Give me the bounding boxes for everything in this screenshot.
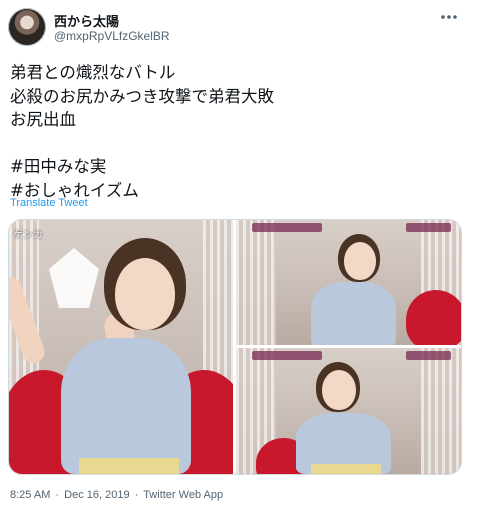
more-horizontal-icon — [441, 15, 457, 19]
tweet-line: お尻出血 — [10, 110, 76, 129]
photo-decor — [421, 348, 461, 474]
author-handle[interactable]: @mxpRpVLfzGkelBR — [54, 29, 170, 43]
tweet-body: 弟君との熾烈なバトル 必殺のお尻かみつき攻撃で弟君大敗 お尻出血 #田中みな実 … — [10, 61, 450, 202]
more-options-button[interactable] — [437, 8, 461, 26]
separator-dot: · — [134, 489, 139, 501]
avatar-frame — [8, 8, 46, 46]
photo-decor — [322, 370, 356, 410]
tweet-date[interactable]: Dec 16, 2019 — [64, 489, 129, 501]
tweet-time[interactable]: 8:25 AM — [10, 489, 50, 501]
tweet-line: 弟君との熾烈なバトル — [10, 63, 176, 82]
photo-decor — [406, 351, 451, 360]
photo-decor — [79, 458, 179, 474]
photo-decor — [344, 242, 376, 280]
photo-decor — [406, 290, 461, 345]
photo-decor — [311, 464, 381, 474]
author-name[interactable]: 西から太陽 — [54, 11, 119, 30]
media-photo-1[interactable]: ゲンカ — [9, 220, 233, 474]
photo-decor — [115, 258, 175, 330]
photo-decor — [252, 223, 322, 232]
hashtag-link[interactable]: #田中みな実 — [10, 155, 450, 179]
photo-decor — [311, 282, 396, 345]
tweet-metadata: 8:25 AM · Dec 16, 2019 · Twitter Web App — [10, 489, 223, 501]
media-grid: ゲンカ — [8, 219, 462, 475]
tweet-source[interactable]: Twitter Web App — [143, 489, 223, 501]
photo-caption: ゲンカ — [13, 230, 43, 241]
photo-decor — [406, 223, 451, 232]
avatar[interactable] — [8, 8, 46, 46]
tweet-header: 西から太陽 @mxpRpVLfzGkelBR — [8, 6, 469, 50]
photo-decor — [252, 351, 322, 360]
tweet-line: 必殺のお尻かみつき攻撃で弟君大敗 — [10, 86, 274, 106]
translate-tweet-link[interactable]: Translate Tweet — [10, 197, 88, 209]
photo-decor — [236, 220, 276, 345]
photo-decor — [61, 338, 191, 474]
media-photo-2[interactable] — [236, 220, 461, 345]
separator-dot: · — [55, 489, 60, 501]
media-photo-3[interactable] — [236, 348, 461, 474]
